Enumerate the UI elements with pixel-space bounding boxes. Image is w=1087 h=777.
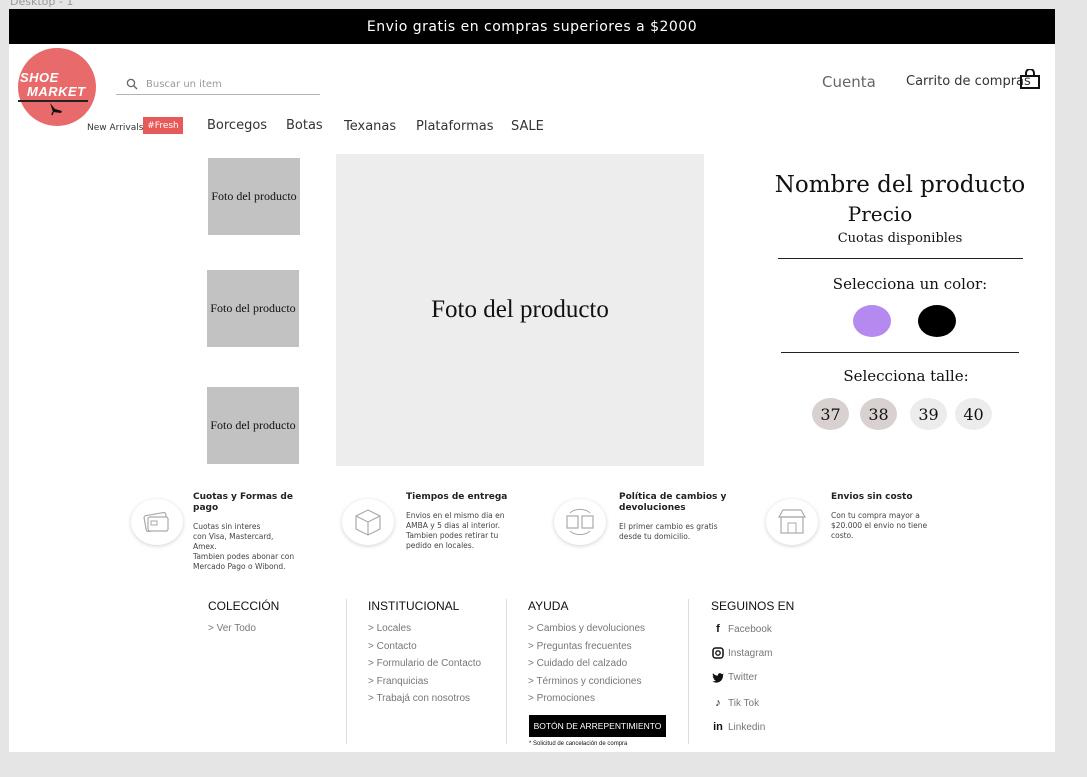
social-link-tiktok[interactable]: ♪ Tik Tok (712, 697, 759, 709)
footer-link[interactable]: > Trabajá con nosotros (368, 693, 470, 704)
footer-link[interactable]: > Términos y condiciones (528, 676, 641, 687)
feature-icon-circle (554, 499, 606, 545)
linkedin-icon: in (713, 721, 723, 733)
footer-link[interactable]: > Contacto (368, 641, 417, 652)
new-arrivals-label[interactable]: New Arrivals (87, 123, 143, 133)
logo-line1: SHOE (20, 70, 59, 85)
social-link-linkedin[interactable]: in Linkedin (712, 721, 765, 733)
product-price: Precio (847, 202, 913, 226)
feature-title: Envios sin costo (831, 492, 913, 502)
color-selector-title: Selecciona un color: (832, 275, 988, 293)
frame-label: Desktop - 1 (10, 0, 74, 8)
facebook-icon: f (716, 623, 720, 635)
size-option-37[interactable]: 37 (812, 398, 849, 430)
product-main-photo: Foto del producto (336, 154, 704, 466)
feature-icon-circle (342, 499, 394, 545)
divider (781, 352, 1019, 353)
footer-link[interactable]: > Franquicias (368, 676, 428, 687)
fresh-badge[interactable]: #Fresh (143, 117, 183, 134)
footer-title-coleccion: COLECCIÓN (208, 599, 280, 613)
page-artboard: Envio gratis en compras superiores a $20… (9, 9, 1055, 752)
size-option-38[interactable]: 38 (860, 398, 897, 430)
product-thumbnail[interactable]: Foto del producto (207, 387, 299, 464)
footer-title-institucional: INSTITUCIONAL (368, 599, 460, 613)
size-selector-title: Selecciona talle: (843, 367, 969, 385)
high-heel-icon (50, 103, 62, 116)
footer-title-social: SEGUINOS EN (711, 599, 795, 613)
feature-text: El primer cambio es gratis desde tu domi… (619, 522, 718, 541)
feature-title: Política de cambios y devoluciones (619, 492, 727, 513)
social-label: Facebook (728, 623, 772, 635)
size-option-39[interactable]: 39 (910, 398, 947, 430)
footer-link[interactable]: > Cuidado del calzado (528, 658, 627, 669)
footer-link[interactable]: > Promociones (528, 693, 595, 704)
nav-item-botas[interactable]: Botas (286, 118, 323, 133)
product-installments: Cuotas disponibles (837, 231, 963, 246)
social-label: Instagram (728, 647, 773, 659)
brand-logo[interactable]: SHOE MARKET (18, 48, 96, 126)
footer-link[interactable]: > Formulario de Contacto (368, 658, 481, 669)
exchange-icon (566, 508, 594, 536)
regret-button[interactable]: BOTÓN DE ARREPENTIMIENTO (529, 715, 666, 737)
search-input[interactable] (146, 77, 316, 92)
feature-icon-circle (766, 499, 818, 545)
social-link-instagram[interactable]: Instagram (712, 647, 772, 659)
footer-link[interactable]: > Ver Todo (208, 623, 256, 634)
social-label: Tik Tok (728, 697, 760, 709)
footer-link[interactable]: > Preguntas frecuentes (528, 641, 632, 652)
footer-title-ayuda: AYUDA (528, 599, 569, 613)
feature-text: Envios en el mismo dia en AMBA y 5 dias … (406, 511, 505, 550)
footer-separator (346, 599, 347, 744)
cart-link[interactable]: Carrito de compras (906, 74, 1031, 89)
promo-text: Envio gratis en compras superiores a $20… (366, 18, 698, 35)
store-icon (777, 509, 807, 534)
social-link-facebook[interactable]: f Facebook (712, 623, 772, 635)
search-bar (116, 75, 320, 95)
feature-icon-circle (131, 499, 183, 545)
feature-title: Tiempos de entrega (406, 492, 508, 502)
logo-line2: MARKET (27, 84, 86, 99)
social-label: Linkedin (728, 721, 766, 733)
regret-note: * Solicitud de cancelación de compra (529, 741, 628, 747)
size-option-40[interactable]: 40 (955, 398, 992, 430)
color-swatch-lila[interactable] (853, 305, 891, 337)
shopping-bag-icon[interactable] (1019, 69, 1041, 89)
nav-item-borcegos[interactable]: Borcegos (207, 118, 267, 133)
feature-text: Con tu compra mayor a $20.000 el envio n… (831, 511, 928, 540)
divider (778, 258, 1023, 259)
feature-text: Cuotas sin interes con Visa, Mastercard,… (193, 522, 295, 571)
instagram-icon (712, 647, 724, 659)
promo-bar: Envio gratis en compras superiores a $20… (9, 9, 1055, 44)
footer-link[interactable]: > Locales (368, 623, 411, 634)
footer-separator (688, 599, 689, 744)
footer-link[interactable]: > Cambios y devoluciones (528, 623, 645, 634)
social-link-twitter[interactable]: Twitter (712, 672, 757, 683)
account-link[interactable]: Cuenta (822, 73, 876, 91)
social-label: Twitter (728, 672, 758, 683)
footer-separator (506, 599, 507, 744)
color-swatch-negro[interactable] (918, 305, 956, 337)
feature-title: Cuotas y Formas de pago (193, 492, 293, 513)
nav-item-texanas[interactable]: Texanas (344, 119, 396, 134)
nav-item-plataformas[interactable]: Plataformas (416, 119, 494, 134)
product-thumbnail[interactable]: Foto del producto (207, 270, 299, 347)
tiktok-icon: ♪ (715, 697, 721, 709)
box-icon (355, 509, 381, 536)
nav-item-sale[interactable]: SALE (511, 119, 544, 134)
search-icon[interactable] (126, 78, 138, 90)
product-name: Nombre del producto (774, 172, 1026, 198)
credit-card-icon (143, 511, 169, 533)
twitter-icon (712, 673, 724, 683)
product-thumbnail[interactable]: Foto del producto (208, 158, 300, 235)
